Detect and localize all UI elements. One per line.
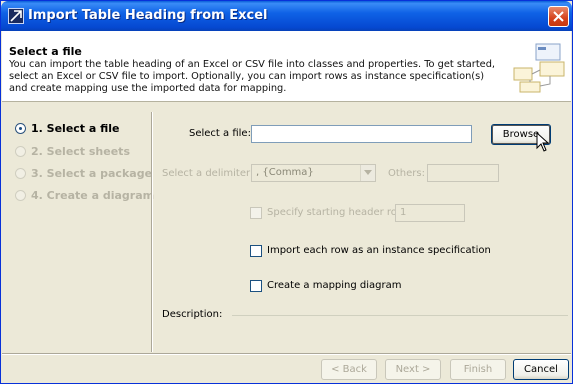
- checkbox-box[interactable]: [250, 280, 262, 292]
- import-rows-label: Import each row as an instance specifica…: [267, 245, 491, 256]
- table-diagram-icon: [513, 43, 565, 93]
- delimiter-select: , {Comma}: [251, 164, 376, 182]
- import-dialog: Import Table Heading from Excel Select a…: [0, 0, 573, 384]
- description-divider: [232, 315, 568, 316]
- cancel-button[interactable]: Cancel: [513, 359, 569, 380]
- next-button: Next >: [385, 359, 441, 380]
- step-radio: [15, 190, 26, 201]
- window-title: Import Table Heading from Excel: [28, 8, 268, 23]
- step-label: 1. Select a file: [31, 122, 120, 135]
- mouse-pointer-icon: [536, 132, 550, 152]
- delimiter-value: , {Comma}: [256, 167, 314, 178]
- checkbox-box: [250, 207, 262, 219]
- file-label: Select a file:: [189, 128, 251, 139]
- panel-divider: [151, 112, 153, 352]
- step-radio: [15, 123, 26, 134]
- step-label: 4. Create a diagram: [31, 189, 155, 202]
- checkbox-box[interactable]: [250, 245, 262, 257]
- others-label: Others:: [388, 168, 425, 179]
- others-input: [427, 164, 499, 182]
- step-radio: [15, 168, 26, 179]
- title-bar[interactable]: Import Table Heading from Excel: [1, 1, 572, 31]
- main-panel: Select a file: Browse Select a delimiter…: [154, 112, 572, 352]
- step-radio: [15, 146, 26, 157]
- description-label: Description:: [162, 309, 223, 320]
- file-path-input[interactable]: [251, 125, 472, 143]
- app-icon: [8, 8, 24, 24]
- finish-button: Finish: [450, 359, 506, 380]
- header-title: Select a file: [9, 45, 82, 58]
- delimiter-label: Select a delimiter:: [162, 168, 254, 179]
- chevron-down-icon: [360, 165, 375, 181]
- footer-divider: [2, 353, 571, 355]
- header-description: You can import the table heading of an E…: [9, 59, 496, 94]
- close-button[interactable]: [548, 6, 569, 27]
- mapping-diagram-label: Create a mapping diagram: [267, 280, 402, 291]
- step-label: 3. Select a package: [31, 167, 153, 180]
- header-panel: Select a file You can import the table h…: [2, 31, 571, 102]
- back-button: < Back: [321, 359, 377, 380]
- header-row-input: 1: [395, 204, 465, 222]
- header-row-label: Specify starting header row: [267, 207, 406, 218]
- step-label: 2. Select sheets: [31, 145, 130, 158]
- steps-panel: 1. Select a file 2. Select sheets 3. Sel…: [9, 112, 154, 352]
